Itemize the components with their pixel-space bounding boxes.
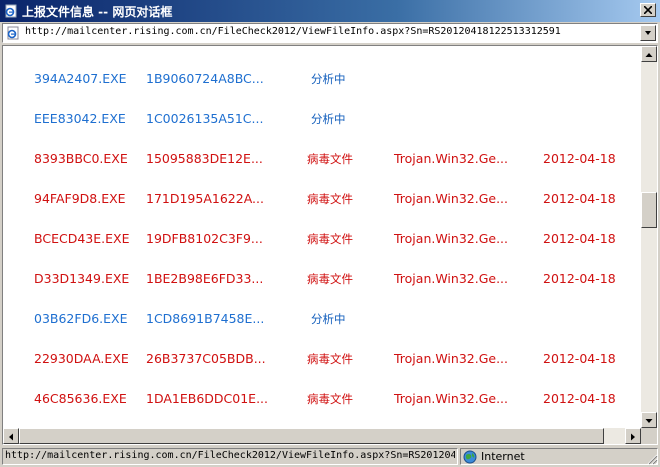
content-viewport[interactable]: 394A2407.EXE 1B9060724A8BC... 分析中 EEE83042.… — [2, 45, 658, 445]
address-dropdown-button[interactable] — [640, 25, 656, 41]
file-name: EEE83042.EXE — [34, 111, 126, 126]
virus-name: Trojan.Win32.Ge... — [394, 391, 508, 406]
file-hash: 15095883DE12E... — [146, 151, 263, 166]
vertical-scroll-thumb[interactable] — [641, 192, 657, 228]
dialog-title: 上报文件信息 -- 网页对话框 — [22, 5, 173, 19]
file-name: 46C85636.EXE — [34, 391, 127, 406]
table-row: 22930DAA.EXE 26B3737C05BDB... 病毒文件 Trojan.W… — [3, 349, 641, 369]
vertical-scrollbar[interactable] — [641, 46, 657, 428]
report-date: 2012-04-18 — [543, 151, 616, 166]
file-list: 394A2407.EXE 1B9060724A8BC... 分析中 EEE83042.… — [3, 46, 641, 427]
table-row: 394A2407.EXE 1B9060724A8BC... 分析中 — [3, 69, 641, 89]
file-hash: 19DFB8102C3F9... — [146, 231, 263, 246]
file-hash: 1C0026135A51C... — [146, 111, 264, 126]
status-label: 病毒文件 — [307, 192, 353, 206]
status-label: 病毒文件 — [307, 352, 353, 366]
report-date: 2012-04-18 — [543, 271, 616, 286]
scroll-right-button[interactable] — [625, 428, 641, 444]
file-hash: 1BE2B98E6FD33... — [146, 271, 264, 286]
file-hash: 1DA1EB6DDC01E... — [146, 391, 268, 406]
globe-icon — [463, 450, 477, 464]
status-label: 病毒文件 — [307, 152, 353, 166]
file-name: 03B62FD6.EXE — [34, 311, 128, 326]
scroll-left-button[interactable] — [3, 428, 19, 444]
virus-name: Trojan.Win32.Ge... — [394, 191, 508, 206]
file-name: BCECD43E.EXE — [34, 231, 130, 246]
status-label: 分析中 — [311, 312, 346, 326]
report-date: 2012-04-18 — [543, 231, 616, 246]
file-name: 394A2407.EXE — [34, 71, 127, 86]
table-row: EEE83042.EXE 1C0026135A51C... 分析中 — [3, 109, 641, 129]
horizontal-scroll-thumb[interactable] — [19, 428, 604, 444]
status-label: 病毒文件 — [307, 272, 353, 286]
dialog-title-bar[interactable]: 上报文件信息 -- 网页对话框 — [0, 0, 660, 22]
report-date: 2012-04-18 — [543, 351, 616, 366]
virus-name: Trojan.Win32.Ge... — [394, 271, 508, 286]
security-zone-pane[interactable]: Internet — [460, 448, 658, 465]
table-row: 46C85636.EXE 1DA1EB6DDC01E... 病毒文件 Trojan.W… — [3, 389, 641, 409]
file-name: 94FAF9D8.EXE — [34, 191, 126, 206]
scroll-down-button[interactable] — [641, 412, 657, 428]
table-row: 94FAF9D8.EXE 171D195A1622A... 病毒文件 Trojan.W… — [3, 189, 641, 209]
close-button[interactable] — [640, 3, 656, 17]
resize-grip-icon[interactable] — [646, 453, 658, 465]
file-hash: 26B3737C05BDB... — [146, 351, 266, 366]
status-label: 分析中 — [311, 112, 346, 126]
status-bar: http://mailcenter.rising.com.cn/FileChec… — [0, 446, 660, 467]
ie-page-icon — [7, 26, 19, 40]
ie-page-icon — [5, 4, 17, 18]
table-row: D33D1349.EXE 1BE2B98E6FD33... 病毒文件 Trojan.W… — [3, 269, 641, 289]
report-date: 2012-04-18 — [543, 191, 616, 206]
status-label: 分析中 — [311, 72, 346, 86]
file-hash: 1CD8691B7458E... — [146, 311, 265, 326]
chevron-down-icon — [645, 31, 651, 35]
table-row: 03B62FD6.EXE 1CD8691B7458E... 分析中 — [3, 309, 641, 329]
file-name: 8393BBC0.EXE — [34, 151, 128, 166]
address-bar[interactable]: http://mailcenter.rising.com.cn/FileChec… — [2, 23, 658, 43]
address-url: http://mailcenter.rising.com.cn/FileChec… — [25, 26, 561, 37]
status-url: http://mailcenter.rising.com.cn/FileChec… — [5, 450, 455, 461]
file-hash: 171D195A1622A... — [146, 191, 264, 206]
status-url-pane: http://mailcenter.rising.com.cn/FileChec… — [2, 448, 458, 465]
status-label: 病毒文件 — [307, 232, 353, 246]
table-row: BCECD43E.EXE 19DFB8102C3F9... 病毒文件 Trojan.W… — [3, 229, 641, 249]
virus-name: Trojan.Win32.Ge... — [394, 351, 508, 366]
virus-name: Trojan.Win32.Ge... — [394, 151, 508, 166]
report-date: 2012-04-18 — [543, 391, 616, 406]
file-name: 22930DAA.EXE — [34, 351, 129, 366]
arrow-left-icon — [9, 433, 13, 441]
scroll-up-button[interactable] — [641, 46, 657, 62]
table-row: 8393BBC0.EXE 15095883DE12E... 病毒文件 Trojan.W… — [3, 149, 641, 169]
close-icon — [644, 6, 652, 14]
security-zone-label: Internet — [481, 450, 525, 463]
virus-name: Trojan.Win32.Ge... — [394, 231, 508, 246]
file-name: D33D1349.EXE — [34, 271, 130, 286]
horizontal-scrollbar[interactable] — [3, 428, 641, 444]
arrow-right-icon — [631, 433, 635, 441]
scrollbar-corner — [641, 428, 657, 444]
file-hash: 1B9060724A8BC... — [146, 71, 264, 86]
status-label: 病毒文件 — [307, 392, 353, 406]
arrow-up-icon — [645, 53, 653, 57]
arrow-down-icon — [645, 419, 653, 423]
